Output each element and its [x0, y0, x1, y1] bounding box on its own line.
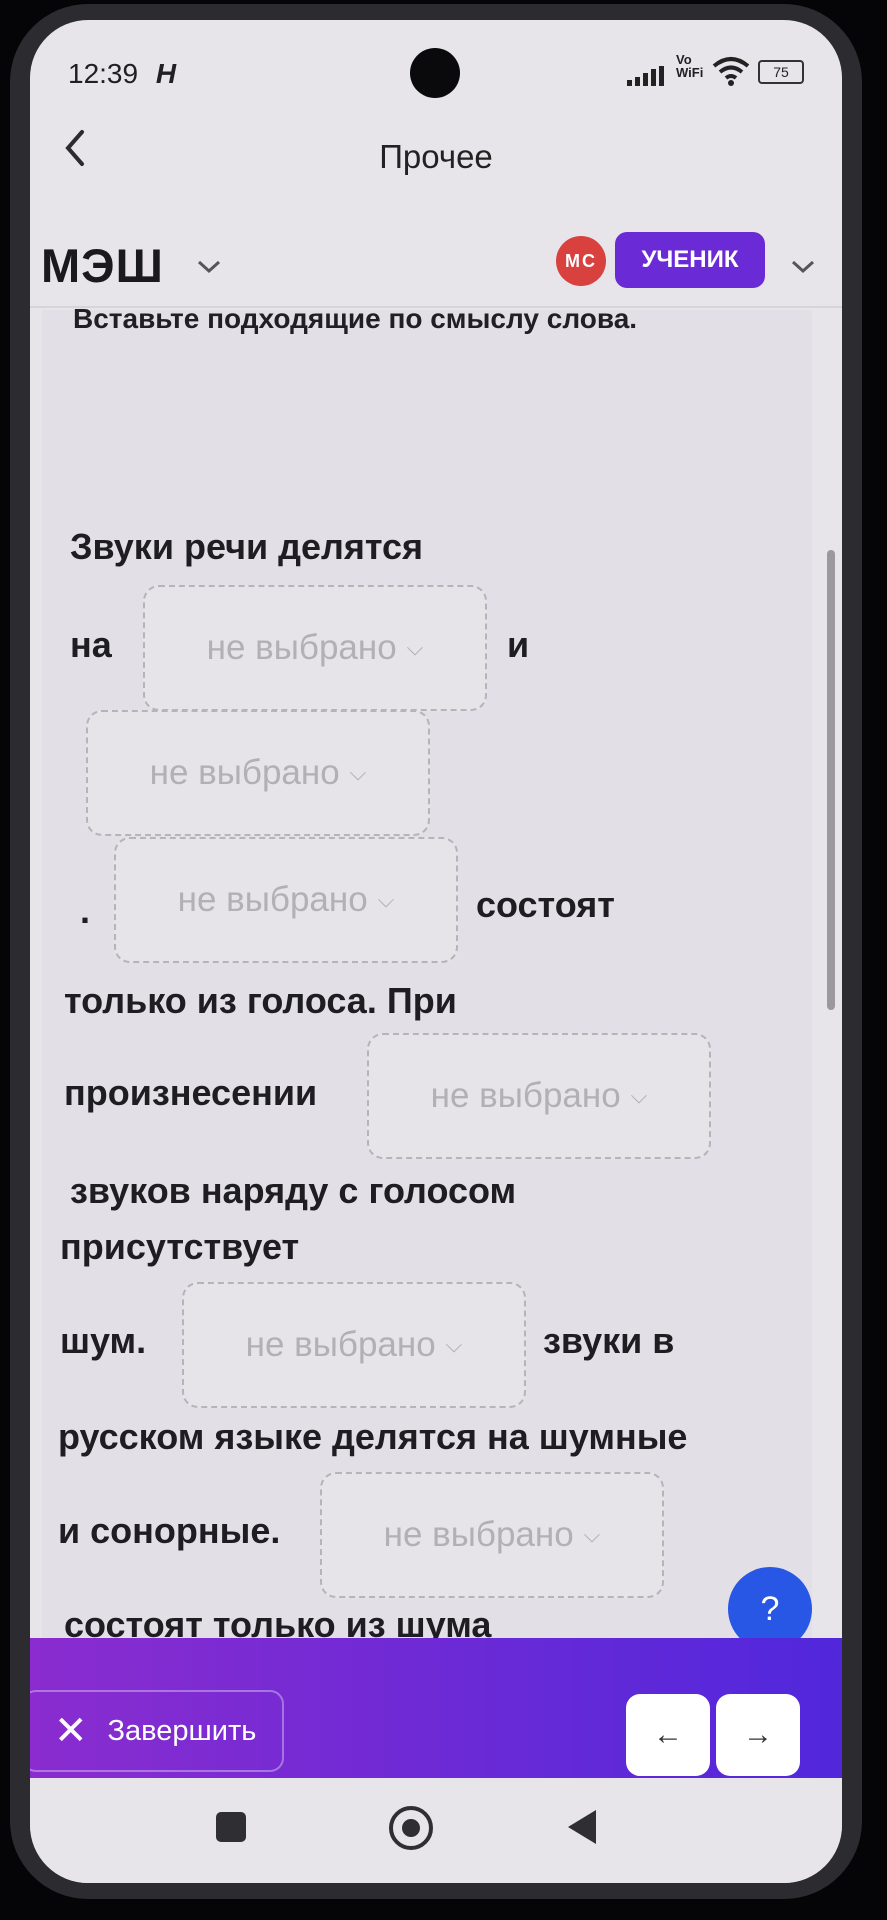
- next-button[interactable]: →: [716, 1694, 800, 1776]
- chevron-down-icon: ⌵: [583, 1522, 601, 1547]
- task-text: на: [70, 624, 112, 665]
- task-text: присутствует: [60, 1226, 300, 1267]
- dropdown-value: не выбрано: [206, 628, 397, 667]
- chevron-down-icon: ⌵: [445, 1332, 463, 1357]
- dropdown-value: не выбрано: [430, 1076, 621, 1115]
- network-type-icon: H: [155, 58, 177, 89]
- page-title: Прочее: [379, 138, 493, 175]
- status-time: 12:39 H: [68, 58, 176, 90]
- screen: 12:39 H Vo WiFi 75 Прочее МЭШ МС УЧЕНИК …: [30, 20, 842, 1883]
- brand-row: МЭШ МС УЧЕНИК: [30, 232, 842, 302]
- bottom-action-bar: ✕ Завершить ← →: [30, 1638, 842, 1778]
- battery-icon: 75: [758, 60, 804, 84]
- task-text: только из голоса. При: [64, 980, 457, 1021]
- chevron-down-icon: ⌵: [349, 760, 367, 785]
- task-text: шум.: [60, 1320, 147, 1361]
- task-text: состоят: [476, 884, 615, 925]
- chevron-down-icon: ⌵: [406, 635, 424, 660]
- answer-dropdown-5[interactable]: не выбрано ⌵: [182, 1282, 526, 1408]
- finish-button[interactable]: ✕ Завершить: [30, 1690, 284, 1772]
- task-instruction: Вставьте подходящие по смыслу слова.: [73, 303, 638, 334]
- vowifi-icon: Vo WiFi: [676, 53, 703, 79]
- task-text: .: [80, 890, 91, 931]
- close-icon: ✕: [54, 1709, 88, 1753]
- task-text: русском языке делятся на шумные: [58, 1416, 688, 1457]
- chevron-down-icon: ⌵: [630, 1083, 648, 1108]
- wifi-icon: [712, 57, 750, 86]
- signal-icon: [627, 66, 664, 86]
- answer-dropdown-4[interactable]: не выбрано ⌵: [367, 1033, 711, 1159]
- task-text: звуков наряду с голосом: [70, 1170, 517, 1211]
- chevron-down-icon[interactable]: [790, 250, 816, 282]
- previous-button[interactable]: ←: [626, 1694, 710, 1776]
- scrollbar[interactable]: [827, 550, 835, 1010]
- recents-icon[interactable]: [216, 1812, 246, 1842]
- dropdown-value: не выбрано: [383, 1515, 574, 1554]
- answer-dropdown-6[interactable]: не выбрано ⌵: [320, 1472, 664, 1598]
- dropdown-value: не выбрано: [245, 1325, 436, 1364]
- task-text: Звуки речи делятся: [70, 526, 424, 567]
- phone-frame: 12:39 H Vo WiFi 75 Прочее МЭШ МС УЧЕНИК …: [10, 4, 862, 1899]
- avatar[interactable]: МС: [556, 236, 606, 286]
- answer-dropdown-1[interactable]: не выбрано ⌵: [143, 585, 487, 711]
- chevron-down-icon: ⌵: [377, 887, 395, 912]
- front-camera: [410, 48, 460, 98]
- system-back-icon[interactable]: [568, 1810, 596, 1844]
- mesh-logo[interactable]: МЭШ: [41, 238, 164, 293]
- task-text: и: [507, 624, 530, 665]
- role-badge[interactable]: УЧЕНИК: [615, 232, 765, 288]
- system-navigation-bar: [30, 1780, 842, 1883]
- answer-dropdown-3[interactable]: не выбрано ⌵: [114, 837, 458, 963]
- task-text: произнесении: [64, 1072, 318, 1113]
- vowifi-bottom: WiFi: [676, 65, 704, 80]
- status-bar: 12:39 H Vo WiFi 75: [30, 20, 842, 102]
- finish-label: Завершить: [107, 1714, 257, 1747]
- chevron-down-icon[interactable]: [196, 250, 222, 282]
- time-text: 12:39: [68, 58, 139, 89]
- home-icon[interactable]: [389, 1806, 433, 1850]
- dropdown-value: не выбрано: [149, 753, 340, 792]
- answer-dropdown-2[interactable]: не выбрано ⌵: [86, 710, 430, 836]
- dropdown-value: не выбрано: [177, 880, 368, 919]
- task-text: и сонорные.: [58, 1510, 281, 1551]
- task-text: звуки в: [543, 1320, 675, 1361]
